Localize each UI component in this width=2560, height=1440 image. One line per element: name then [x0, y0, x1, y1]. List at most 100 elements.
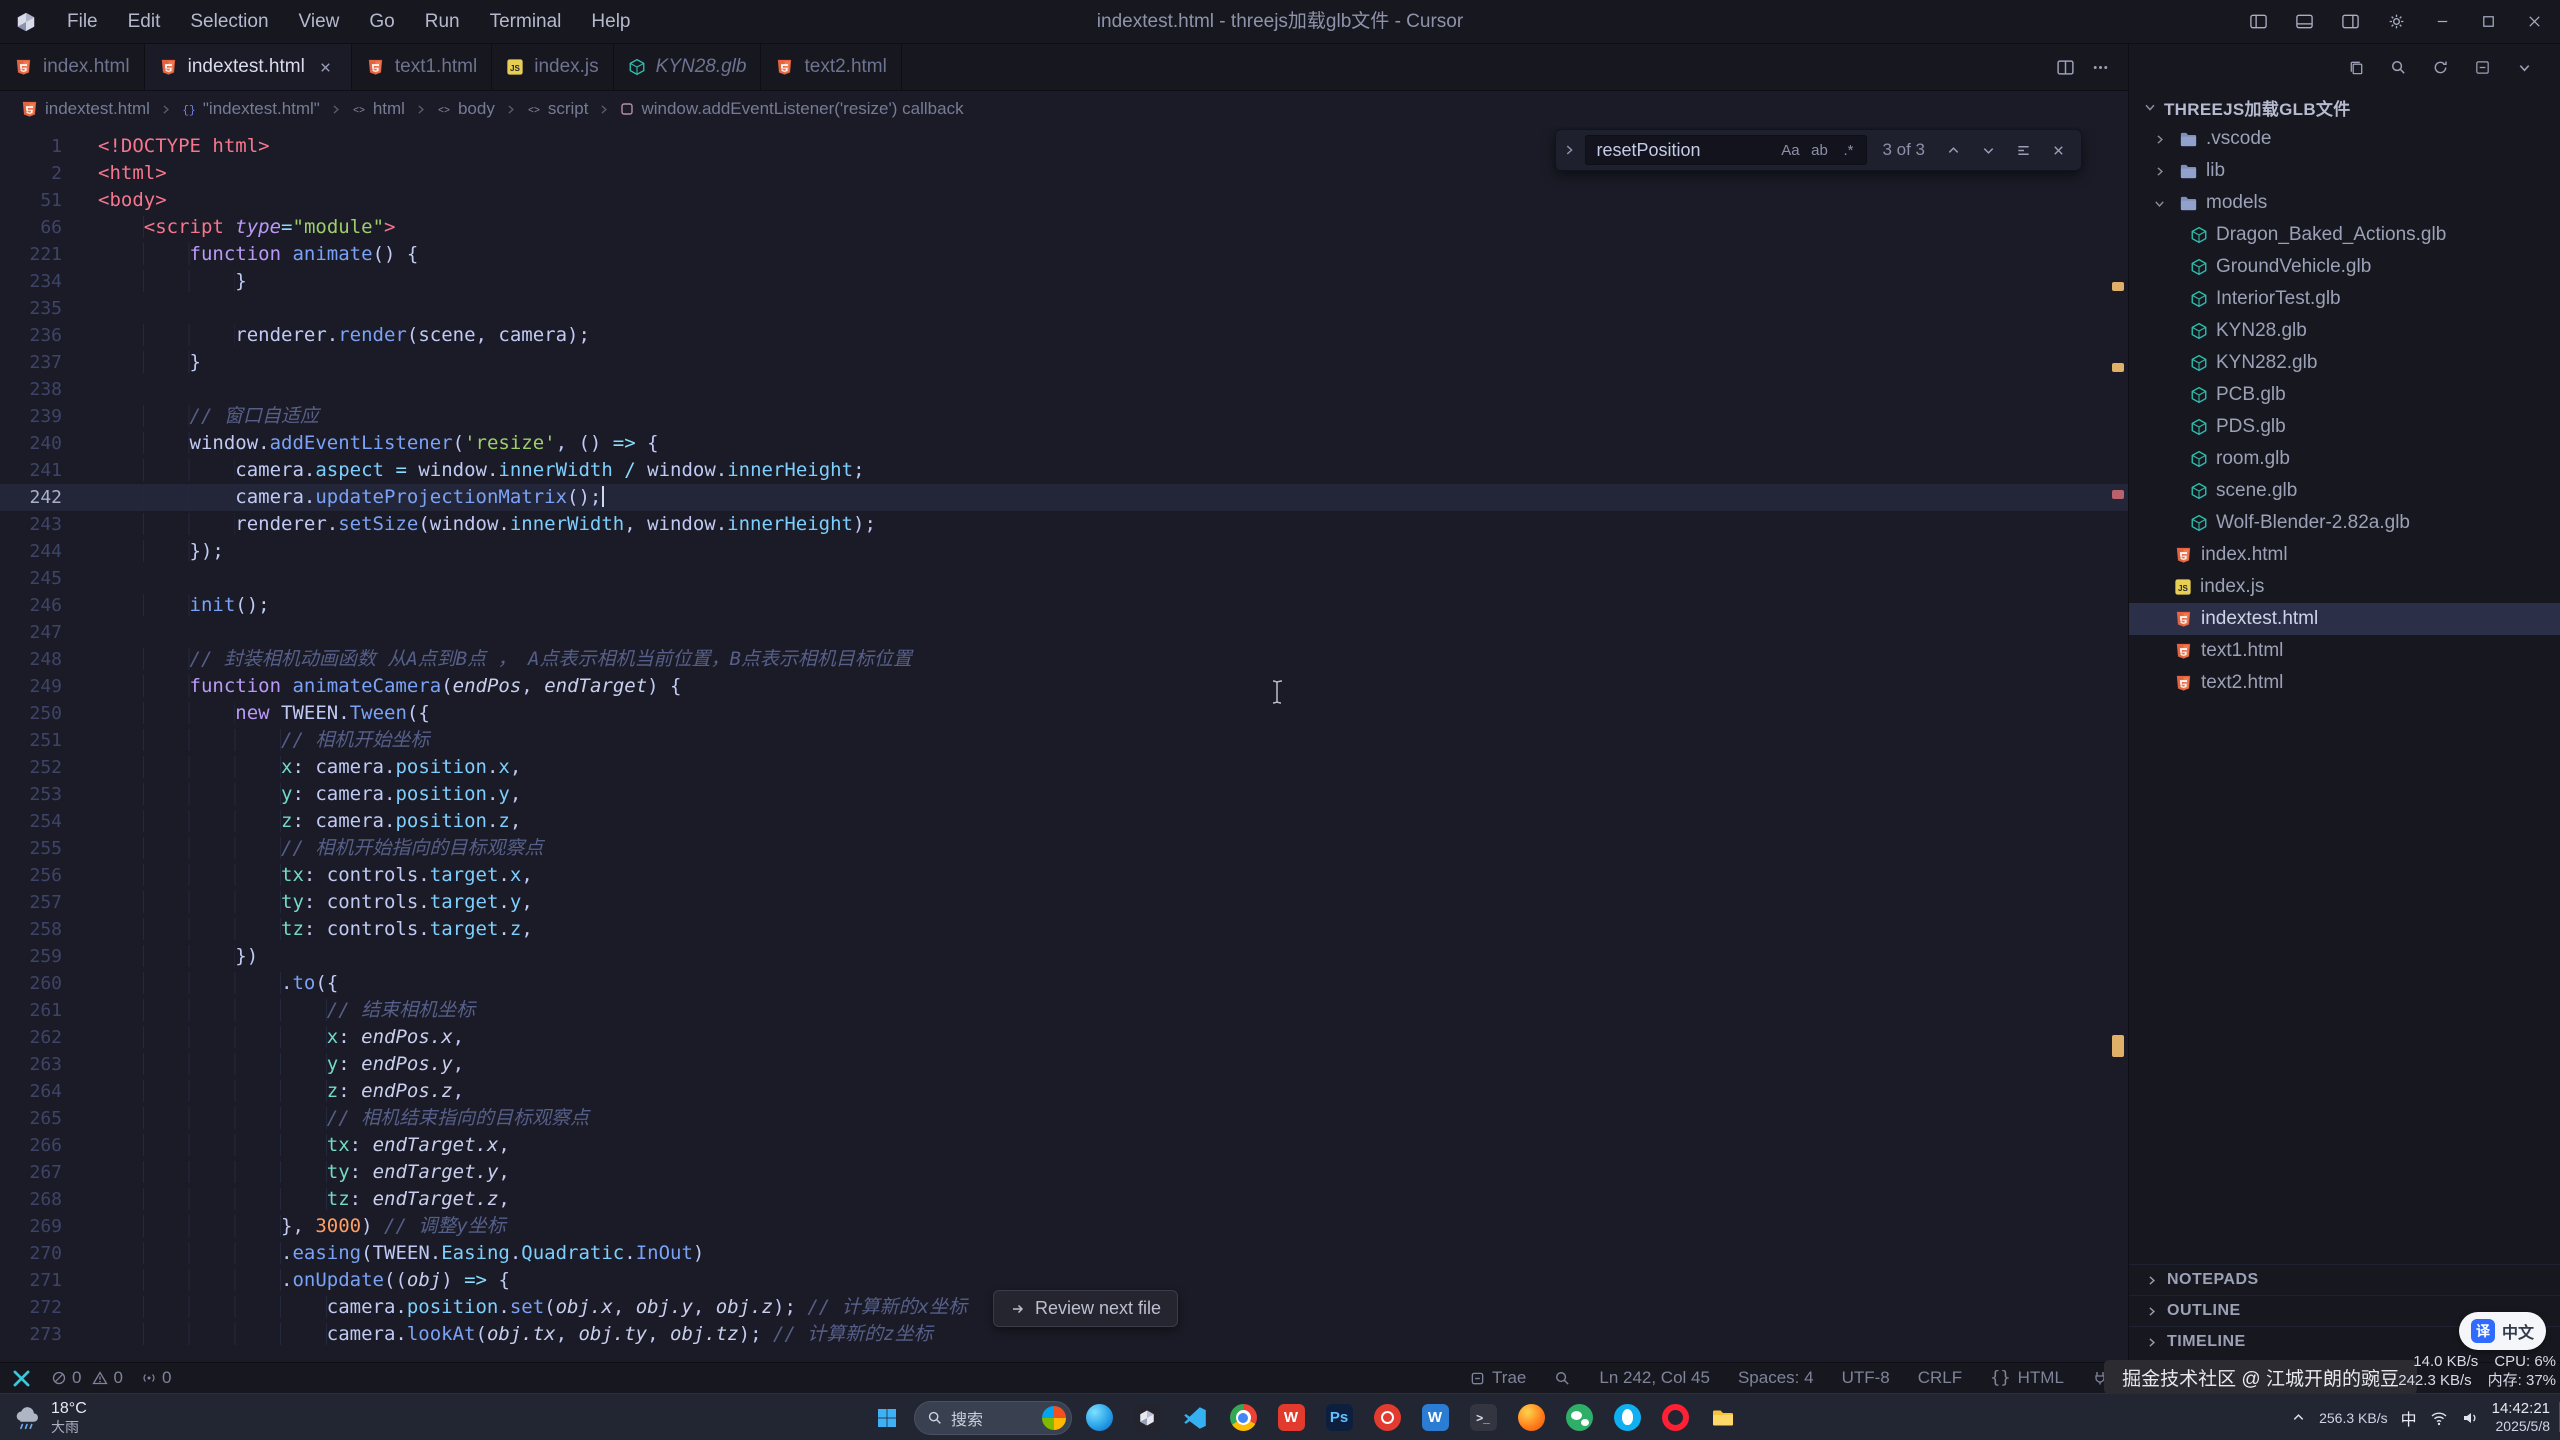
- code-line-266[interactable]: 266 tx: endTarget.x,: [0, 1132, 2128, 1159]
- menu-selection[interactable]: Selection: [175, 0, 283, 43]
- file-tree-item-index.js[interactable]: JSindex.js: [2129, 571, 2560, 603]
- code-line-51[interactable]: 51<body>: [0, 187, 2128, 214]
- file-tree-item-scene.glb[interactable]: scene.glb: [2129, 475, 2560, 507]
- minimize-button[interactable]: [2420, 2, 2464, 42]
- line-number[interactable]: 260: [0, 970, 62, 997]
- code-line-242[interactable]: 242 camera.updateProjectionMatrix();: [0, 484, 2128, 511]
- line-number[interactable]: 250: [0, 700, 62, 727]
- menu-view[interactable]: View: [284, 0, 355, 43]
- line-number[interactable]: 254: [0, 808, 62, 835]
- file-tree-item-Dragon_Baked_Actions.glb[interactable]: Dragon_Baked_Actions.glb: [2129, 219, 2560, 251]
- line-number[interactable]: 269: [0, 1213, 62, 1240]
- wifi-icon[interactable]: [2430, 1409, 2448, 1427]
- volume-icon[interactable]: [2461, 1409, 2479, 1427]
- code-line-243[interactable]: 243 renderer.setSize(window.innerWidth, …: [0, 511, 2128, 538]
- code-line-234[interactable]: 234 }: [0, 268, 2128, 295]
- line-number[interactable]: 242: [0, 484, 62, 511]
- trae-status-item[interactable]: Trae: [1470, 1368, 1526, 1388]
- more-actions-icon[interactable]: [2091, 58, 2110, 77]
- code-line-255[interactable]: 255 // 相机开始指向的目标观察点: [0, 835, 2128, 862]
- line-number[interactable]: 270: [0, 1240, 62, 1267]
- zoom-status-icon[interactable]: [1554, 1370, 1571, 1387]
- line-number[interactable]: 262: [0, 1024, 62, 1051]
- line-number[interactable]: 261: [0, 997, 62, 1024]
- code-line-265[interactable]: 265 // 相机结束指向的目标观察点: [0, 1105, 2128, 1132]
- code-line-263[interactable]: 263 y: endPos.y,: [0, 1051, 2128, 1078]
- line-number[interactable]: 268: [0, 1186, 62, 1213]
- line-number[interactable]: 251: [0, 727, 62, 754]
- code-line-221[interactable]: 221 function animate() {: [0, 241, 2128, 268]
- trae-logo-icon[interactable]: [0, 1363, 42, 1394]
- line-number[interactable]: 234: [0, 268, 62, 295]
- code-line-66[interactable]: 66 <script type="module">: [0, 214, 2128, 241]
- review-next-file-button[interactable]: Review next file: [993, 1290, 1178, 1327]
- file-tree-item-index.html[interactable]: index.html: [2129, 539, 2560, 571]
- start-button[interactable]: [866, 1397, 908, 1439]
- line-number[interactable]: 272: [0, 1294, 62, 1321]
- line-number[interactable]: 243: [0, 511, 62, 538]
- find-input[interactable]: [1596, 140, 1774, 161]
- code-line-240[interactable]: 240 window.addEventListener('resize', ()…: [0, 430, 2128, 457]
- find-expand-chevron-icon[interactable]: [1562, 143, 1576, 157]
- code-line-269[interactable]: 269 }, 3000) // 调整y坐标: [0, 1213, 2128, 1240]
- line-number[interactable]: 267: [0, 1159, 62, 1186]
- search-icon[interactable]: [2386, 56, 2410, 80]
- menu-go[interactable]: Go: [354, 0, 409, 43]
- ports-indicator[interactable]: 0: [132, 1368, 180, 1388]
- line-number[interactable]: 66: [0, 214, 62, 241]
- code-line-267[interactable]: 267 ty: endTarget.y,: [0, 1159, 2128, 1186]
- line-number[interactable]: 247: [0, 619, 62, 646]
- file-tree-item-PDS.glb[interactable]: PDS.glb: [2129, 411, 2560, 443]
- refresh-icon[interactable]: [2428, 56, 2452, 80]
- line-number[interactable]: 264: [0, 1078, 62, 1105]
- code-line-241[interactable]: 241 camera.aspect = window.innerWidth / …: [0, 457, 2128, 484]
- chevron-down-icon[interactable]: [2512, 56, 2536, 80]
- file-tree-item-models[interactable]: models: [2129, 187, 2560, 219]
- breadcrumb-item[interactable]: <>html: [351, 99, 405, 119]
- taskbar-search[interactable]: 搜索: [914, 1401, 1072, 1435]
- problems-indicator[interactable]: 0 0: [42, 1368, 132, 1388]
- split-editor-icon[interactable]: [2056, 58, 2075, 77]
- code-editor[interactable]: 1<!DOCTYPE html>2<html>51<body>66 <scrip…: [0, 127, 2128, 1362]
- code-line-258[interactable]: 258 tz: controls.target.z,: [0, 916, 2128, 943]
- menu-edit[interactable]: Edit: [113, 0, 176, 43]
- input-method-indicator[interactable]: 中: [2401, 1406, 2417, 1430]
- tab-KYN28.glb[interactable]: KYN28.glb: [614, 44, 762, 90]
- whole-word-button[interactable]: ab: [1806, 137, 1832, 163]
- code-line-256[interactable]: 256 tx: controls.target.x,: [0, 862, 2128, 889]
- code-line-245[interactable]: 245: [0, 565, 2128, 592]
- firefox-icon[interactable]: [1510, 1397, 1552, 1439]
- collapse-folders-icon[interactable]: [2470, 56, 2494, 80]
- line-number[interactable]: 255: [0, 835, 62, 862]
- file-tree-item-KYN28.glb[interactable]: KYN28.glb: [2129, 315, 2560, 347]
- code-line-261[interactable]: 261 // 结束相机坐标: [0, 997, 2128, 1024]
- code-line-247[interactable]: 247: [0, 619, 2128, 646]
- code-line-262[interactable]: 262 x: endPos.x,: [0, 1024, 2128, 1051]
- line-number[interactable]: 221: [0, 241, 62, 268]
- breadcrumb-item[interactable]: <>body: [436, 99, 495, 119]
- layout-secondary-sidebar-icon[interactable]: [2328, 2, 2372, 42]
- line-number[interactable]: 271: [0, 1267, 62, 1294]
- breadcrumb-item[interactable]: indextest.html: [20, 99, 150, 119]
- file-tree-item-Wolf-Blender-2.82a.glb[interactable]: Wolf-Blender-2.82a.glb: [2129, 507, 2560, 539]
- breadcrumb-item[interactable]: {}"indextest.html": [181, 99, 320, 119]
- section-notepads[interactable]: NOTEPADS: [2129, 1264, 2560, 1295]
- file-tree-item-indextest.html[interactable]: indextest.html: [2129, 603, 2560, 635]
- line-number[interactable]: 253: [0, 781, 62, 808]
- code-line-237[interactable]: 237 }: [0, 349, 2128, 376]
- code-line-270[interactable]: 270 .easing(TWEEN.Easing.Quadratic.InOut…: [0, 1240, 2128, 1267]
- cursor-position[interactable]: Ln 242, Col 45: [1599, 1368, 1710, 1388]
- menu-file[interactable]: File: [52, 0, 113, 43]
- line-number[interactable]: 246: [0, 592, 62, 619]
- file-tree-item-text2.html[interactable]: text2.html: [2129, 667, 2560, 699]
- find-in-selection-icon[interactable]: [2010, 137, 2036, 163]
- opera-icon[interactable]: [1654, 1397, 1696, 1439]
- settings-gear-icon[interactable]: [2374, 2, 2418, 42]
- line-number[interactable]: 1: [0, 133, 62, 160]
- menu-help[interactable]: Help: [576, 0, 645, 43]
- encoding-setting[interactable]: UTF-8: [1842, 1368, 1890, 1388]
- line-number[interactable]: 241: [0, 457, 62, 484]
- maximize-button[interactable]: [2466, 2, 2510, 42]
- line-number[interactable]: 263: [0, 1051, 62, 1078]
- file-tree-item-.vscode[interactable]: .vscode: [2129, 123, 2560, 155]
